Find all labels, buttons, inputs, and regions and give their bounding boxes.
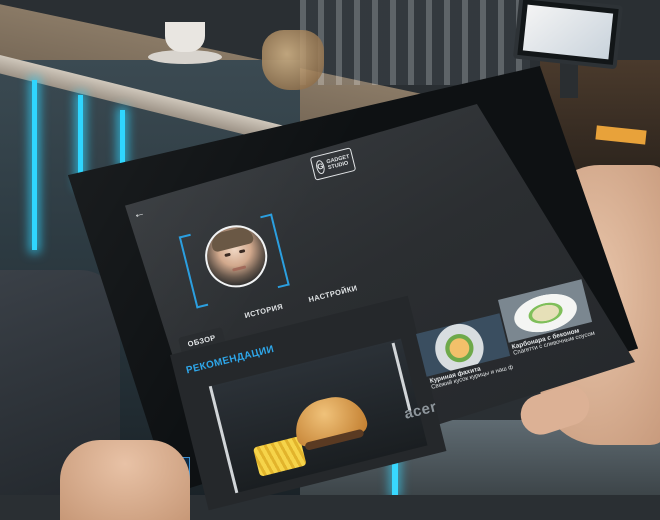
neon-light <box>32 80 37 250</box>
saucer <box>148 50 222 64</box>
coffee-cup <box>165 22 205 52</box>
avatar-hair <box>209 225 255 253</box>
glassware-shelf <box>300 0 530 85</box>
logo-mark-icon: G <box>314 159 327 175</box>
burger-image <box>289 390 370 449</box>
avatar-eye <box>224 252 231 258</box>
avatar-mouth <box>232 265 247 272</box>
glass-kettle <box>262 30 324 90</box>
pos-terminal <box>512 0 624 70</box>
left-hand <box>60 440 190 520</box>
neon-light <box>78 95 83 185</box>
avatar-eye <box>238 249 246 254</box>
recommendations-title: РЕКОМЕНДАЦИИ <box>185 343 276 377</box>
avatar[interactable] <box>198 218 274 294</box>
neon-light <box>120 110 125 165</box>
